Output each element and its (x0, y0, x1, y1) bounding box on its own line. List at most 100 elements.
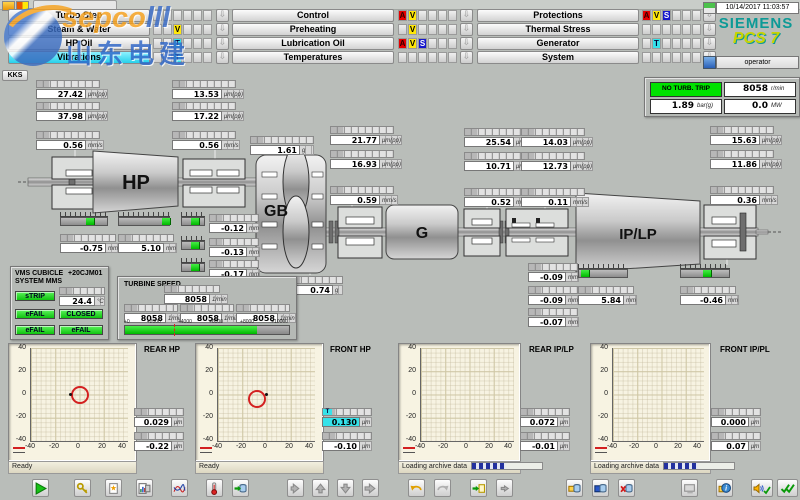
menu-generator[interactable]: Generator (477, 37, 639, 50)
alarm-badge-v[interactable]: V (173, 24, 182, 35)
sensor-hp-front-vib-y[interactable]: 17.22μm(pp) (172, 102, 236, 121)
orbit-gap-y[interactable]: 0.07μm (711, 432, 761, 451)
sensor-hp-rear-vib-y[interactable]: 37.98μm(pp) (36, 102, 100, 121)
sensor-iplp-expansion[interactable]: 5.84mm (578, 286, 634, 305)
run-button[interactable] (32, 479, 49, 497)
menu-control[interactable]: Control (232, 9, 394, 22)
alarm-badge-a[interactable]: A (398, 38, 407, 49)
expansion-meter[interactable] (118, 212, 170, 226)
sensor-hp-rear-vel[interactable]: 0.56mm/s (36, 131, 100, 150)
redo-button[interactable] (434, 479, 451, 497)
vms-efail-button[interactable]: eFAIL (15, 325, 55, 335)
sensor-hp-front-vib-x[interactable]: 13.53μm(pp) (172, 80, 236, 99)
orbit-gap-x[interactable]: T0.130μm (322, 408, 372, 427)
sensor-gen-pos2[interactable]: -0.09mm (528, 286, 578, 305)
menu-temperatures[interactable]: Temperatures (232, 51, 394, 64)
orbit-gap-y[interactable]: -0.22μm (134, 432, 184, 451)
operator-field[interactable]: operator (716, 56, 799, 69)
key-button[interactable] (74, 479, 91, 497)
menu-thermal-stress[interactable]: Thermal Stress (477, 23, 639, 36)
sensor-expansion[interactable]: 5.10mm (118, 234, 174, 253)
horn-acknowledge-button[interactable] (751, 479, 773, 497)
alarm-badge-a[interactable]: A (642, 10, 651, 21)
chevron-down-icon[interactable]: ⇩ (460, 23, 473, 36)
sensor-iplp-rear-vib-x[interactable]: 14.03μm(pp) (521, 128, 585, 147)
sensor-iplp-front-vib-x[interactable]: 15.63μm(pp) (710, 126, 774, 145)
gearbox[interactable]: GB (256, 146, 326, 273)
menu-system[interactable]: System (477, 51, 639, 64)
chevron-down-icon[interactable]: ⇩ (216, 51, 229, 64)
vms-closed-button[interactable]: CLOSED (59, 309, 103, 319)
screen-tab[interactable] (33, 0, 117, 9)
alarm-badge-v[interactable]: V (652, 10, 661, 21)
alarm-badge-v[interactable]: V (408, 10, 417, 21)
vms-temperature[interactable]: 24.4°C (59, 287, 105, 306)
gb-pos-meter[interactable] (181, 258, 205, 272)
orbit-gap-x[interactable]: 0.072μm (520, 408, 570, 427)
alarm-badge-s[interactable]: S (418, 38, 427, 49)
language-icon[interactable] (703, 2, 716, 14)
alarm-badge-v[interactable]: V (408, 24, 417, 35)
display-button[interactable] (681, 479, 698, 497)
menu-hp-oil[interactable]: HP Oil (8, 37, 150, 50)
chevron-down-icon[interactable]: ⇩ (216, 9, 229, 22)
sensor-gearbox-accel[interactable]: 1.61g (250, 136, 314, 155)
save-archive-button[interactable] (592, 479, 609, 497)
chevron-down-icon[interactable]: ⇩ (216, 23, 229, 36)
curves-button[interactable] (171, 479, 188, 497)
nav-right-button[interactable] (362, 479, 379, 497)
import-archive-button[interactable] (470, 479, 487, 497)
nav-down-button[interactable] (337, 479, 354, 497)
temperature-button[interactable] (206, 479, 223, 497)
sensor-gen-rear-vib-x[interactable]: 21.77μm(pp) (330, 126, 394, 145)
orbit-gap-y[interactable]: -0.01μm (520, 432, 570, 451)
menu-protections[interactable]: Protections (477, 9, 639, 22)
sensor-gen-rear-vel[interactable]: 0.59mm/s (330, 186, 394, 205)
undo-button[interactable] (408, 479, 425, 497)
sensor-gen-front-vel[interactable]: 0.52mm/s (464, 188, 528, 207)
iplp-turbine[interactable]: IP/LP (576, 193, 700, 272)
hp-turbine[interactable]: HP (93, 151, 178, 213)
menu-preheating[interactable]: Preheating (232, 23, 394, 36)
sensor-gen-pos3[interactable]: -0.07mm (528, 308, 578, 327)
sensor-hp-front-vel[interactable]: 0.56mm/s (172, 131, 236, 150)
gb-pos-meter[interactable] (181, 236, 205, 250)
alarm-badge-v[interactable]: V (408, 38, 417, 49)
sensor-gen-front-vib-x[interactable]: 25.54μm(pp) (464, 128, 528, 147)
open-archive-button[interactable] (566, 479, 583, 497)
nav-left-button[interactable] (287, 479, 304, 497)
iplp-expansion-meter[interactable] (578, 264, 628, 278)
sensor-iplp-rear-vel[interactable]: 0.11mm/s (521, 188, 585, 207)
vms-efail-button[interactable]: eFAIL (59, 325, 103, 335)
chevron-down-icon[interactable]: ⇩ (460, 51, 473, 64)
sensor-axial-pos[interactable]: -0.75mm (60, 234, 116, 253)
acknowledge-all-button[interactable] (777, 479, 798, 497)
chevron-down-icon[interactable]: ⇩ (460, 9, 473, 22)
delete-archive-button[interactable] (618, 479, 635, 497)
chevron-down-icon[interactable]: ⇩ (216, 37, 229, 50)
sensor-iplp-front-vel[interactable]: 0.36mm/s (710, 186, 774, 205)
report-button[interactable] (136, 479, 153, 497)
vms-efail-button[interactable]: eFAIL (15, 309, 55, 319)
orbit-gap-y[interactable]: -0.10μm (322, 432, 372, 451)
sensor-gen-pos1[interactable]: -0.09mm (528, 263, 578, 282)
forward-button[interactable] (496, 479, 513, 497)
chevron-down-icon[interactable]: ⇩ (460, 37, 473, 50)
nav-up-button[interactable] (312, 479, 329, 497)
sensor-iplp-rear-vib-y[interactable]: 12.73μm(pp) (521, 152, 585, 171)
menu-turbo-step[interactable]: Turbo Step (8, 9, 150, 22)
alarm-badge-s[interactable]: S (662, 10, 671, 21)
new-favorite-button[interactable]: ★ (105, 479, 122, 497)
menu-steam-water[interactable]: Steam & Water (8, 23, 150, 36)
vms-strip-button[interactable]: sTRIP (15, 291, 55, 301)
alarm-badge-a[interactable]: A (398, 10, 407, 21)
iplp-axial-meter[interactable] (680, 264, 730, 278)
alarm-badge-t[interactable]: T (652, 38, 661, 49)
speed-readout-main[interactable]: 80581/min (164, 285, 220, 304)
menu-lubrication-oil[interactable]: Lubrication Oil (232, 37, 394, 50)
orbit-gap-x[interactable]: 0.029μm (134, 408, 184, 427)
sensor-iplp-front-vib-y[interactable]: 11.86μm(pp) (710, 150, 774, 169)
alarm-badge-t[interactable]: T (173, 38, 182, 49)
sensor-hp-rear-vib-x[interactable]: 27.42μm(pp) (36, 80, 100, 99)
sensor-gen-front-vib-y[interactable]: 10.71μm(pp) (464, 152, 528, 171)
